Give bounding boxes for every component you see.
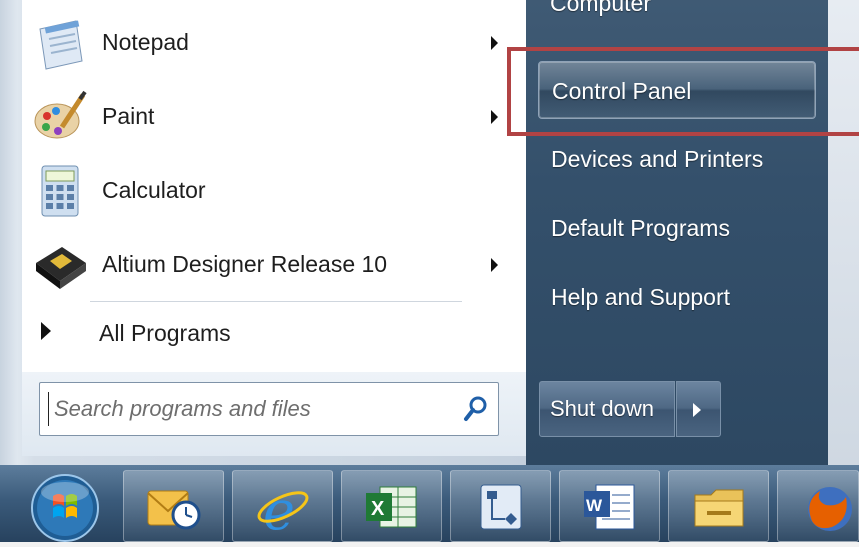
svg-text:e: e [263, 481, 295, 533]
word-icon[interactable]: W [559, 470, 660, 542]
chevron-right-icon [693, 403, 701, 417]
divider [90, 301, 462, 302]
right-item-devices-and-printers[interactable]: Devices and Printers [538, 130, 816, 188]
excel-icon[interactable]: X [341, 470, 442, 542]
program-label: Notepad [102, 29, 189, 55]
submenu-arrow-icon[interactable] [491, 258, 498, 272]
highlight-annotation [507, 47, 859, 136]
program-item-paint[interactable]: Paint [22, 81, 526, 151]
outlook-icon[interactable] [123, 470, 224, 542]
svg-text:W: W [586, 496, 603, 515]
all-programs-label: All Programs [99, 320, 231, 346]
shutdown-button[interactable]: Shut down [539, 381, 675, 437]
text-caret [48, 392, 49, 426]
calculator-icon [32, 163, 88, 219]
program-label: Calculator [102, 177, 206, 203]
paint-icon [32, 89, 88, 145]
svg-text:X: X [371, 498, 385, 520]
shutdown-options-button[interactable] [676, 381, 721, 437]
search-icon[interactable] [463, 395, 489, 423]
internet-explorer-icon[interactable]: e [232, 470, 333, 542]
firefox-icon[interactable] [777, 470, 859, 542]
right-item-default-programs[interactable]: Default Programs [538, 199, 816, 257]
visio-icon[interactable] [450, 470, 551, 542]
all-programs-item[interactable]: All Programs [22, 303, 526, 363]
right-item-computer[interactable]: Computer [550, 0, 651, 17]
altium-designer-icon [32, 237, 88, 293]
notepad-icon [32, 15, 88, 71]
program-item-calculator[interactable]: Calculator [22, 155, 526, 225]
program-label: Paint [102, 103, 155, 129]
program-label: Altium Designer Release 10 [102, 251, 388, 277]
submenu-arrow-icon[interactable] [491, 36, 498, 50]
search-box[interactable] [39, 382, 499, 436]
right-item-help-and-support[interactable]: Help and Support [538, 268, 816, 326]
file-explorer-icon[interactable] [668, 470, 769, 542]
all-programs-arrow-icon [41, 322, 51, 340]
program-item-altium-designer[interactable]: Altium Designer Release 10 [22, 229, 526, 299]
program-item-notepad[interactable]: Notepad [22, 7, 526, 77]
start-orb-icon[interactable] [27, 470, 103, 542]
search-input[interactable] [54, 383, 444, 435]
submenu-arrow-icon[interactable] [491, 110, 498, 124]
